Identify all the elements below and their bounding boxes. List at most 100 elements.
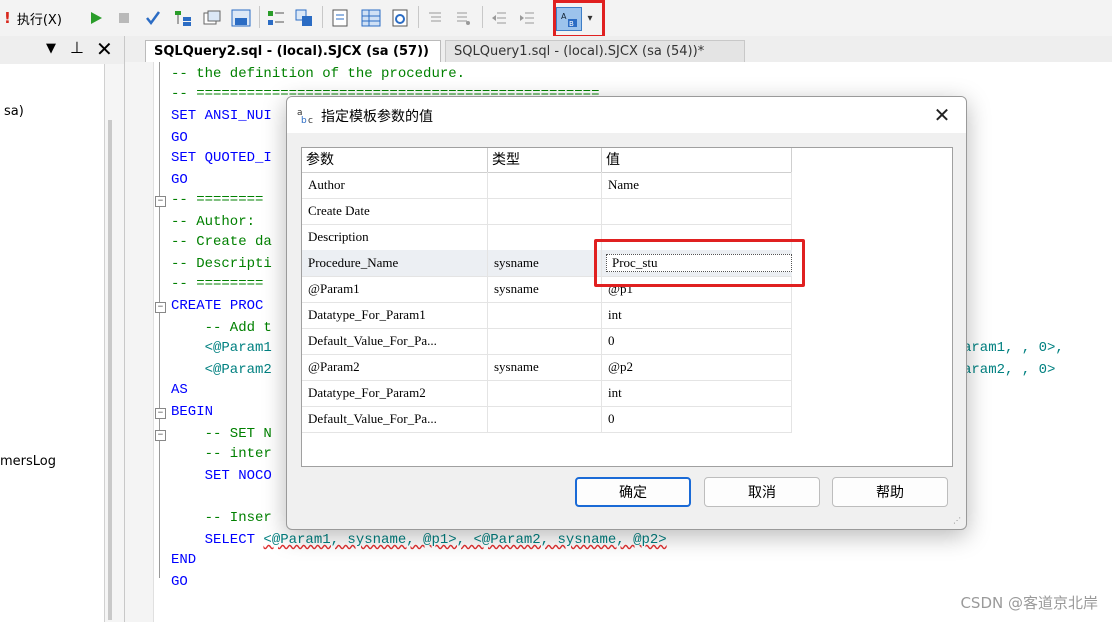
table-row[interactable]: @Param2 sysname @p2 <box>302 354 792 381</box>
dialog-title: 指定模板参数的值 <box>321 109 433 125</box>
toolbar-separator <box>482 6 483 28</box>
value-cell[interactable] <box>602 198 792 224</box>
value-cell[interactable]: Name <box>602 172 792 198</box>
table-row[interactable]: Default_Value_For_Pa... 0 <box>302 406 792 433</box>
code-line: -- SET N <box>171 426 272 442</box>
column-header-param[interactable]: 参数 <box>302 148 488 172</box>
file-results-button[interactable] <box>388 7 412 29</box>
text-results-icon <box>332 9 348 27</box>
table-row[interactable]: Datatype_For_Param2 int <box>302 380 792 407</box>
uncomment-button[interactable] <box>452 7 474 29</box>
query-options-button[interactable] <box>264 7 288 29</box>
code-keyword: SELECT <box>171 532 264 548</box>
code-line: GO <box>171 574 188 590</box>
play-icon <box>91 12 102 24</box>
results-to-button[interactable] <box>170 7 196 29</box>
collapse-icon[interactable]: − <box>155 430 166 441</box>
code-keyword: ANSI_NUI <box>204 108 272 124</box>
highlight-box-value <box>594 239 805 287</box>
column-header-type[interactable]: 类型 <box>488 148 602 172</box>
toolbar-separator <box>259 6 260 28</box>
code-line: GO <box>171 130 188 146</box>
param-cell: Default_Value_For_Pa... <box>302 406 488 432</box>
code-line: -- the definition of the procedure. <box>171 66 466 82</box>
value-cell[interactable]: int <box>602 302 792 328</box>
code-line: AS <box>171 382 188 398</box>
indent-icon <box>520 12 534 24</box>
comment-button[interactable] <box>424 7 446 29</box>
panel-dropdown-icon[interactable]: ▼ <box>46 41 56 56</box>
tab-sqlquery2[interactable]: SQLQuery2.sql - (local).SJCX (sa (57)) <box>145 40 441 62</box>
code-keyword: CREATE <box>171 298 230 314</box>
type-cell <box>488 406 602 432</box>
tab-sqlquery1[interactable]: SQLQuery1.sql - (local).SJCX (sa (54))* <box>445 40 745 62</box>
code-line: -- Add t <box>171 320 272 336</box>
options-icon <box>268 11 284 25</box>
pin-icon[interactable]: ⊥ <box>70 38 84 57</box>
save-icon <box>231 9 251 27</box>
value-cell[interactable]: 0 <box>602 328 792 354</box>
template-params-dialog: a b c 指定模板参数的值 ✕ 参数 类型 值 Author Name Cre… <box>286 96 967 530</box>
column-header-value[interactable]: 值 <box>602 148 792 172</box>
template-params-icon: a b c <box>297 108 313 124</box>
table-row[interactable]: Author Name <box>302 172 792 199</box>
collapse-icon[interactable]: − <box>155 302 166 313</box>
tree-item-log[interactable]: mersLog <box>0 454 56 469</box>
increase-indent-button[interactable] <box>516 7 538 29</box>
outdent-icon <box>492 12 506 24</box>
value-cell[interactable]: int <box>602 380 792 406</box>
debug-button[interactable] <box>86 7 106 29</box>
query-text-button[interactable] <box>328 7 352 29</box>
file-results-icon <box>392 9 408 27</box>
code-line: -- Inser <box>171 510 272 526</box>
type-cell <box>488 198 602 224</box>
grid-results-button[interactable] <box>358 7 384 29</box>
decrease-indent-button[interactable] <box>488 7 510 29</box>
toolbar-separator <box>322 6 323 28</box>
dialog-close-button[interactable]: ✕ <box>930 103 954 127</box>
code-line: -- Create da <box>171 234 272 250</box>
window-button[interactable] <box>200 7 224 29</box>
tree-icon <box>175 11 191 26</box>
collapse-icon[interactable]: − <box>155 408 166 419</box>
tab-label: SQLQuery1.sql - (local).SJCX (sa (54))* <box>454 44 705 59</box>
value-cell[interactable]: 0 <box>602 406 792 432</box>
type-cell <box>488 224 602 250</box>
watermark: CSDN @客道京北岸 <box>960 594 1098 612</box>
intellisense-button[interactable] <box>292 7 316 29</box>
code-line: -- inter <box>171 446 272 462</box>
tree-item-server[interactable]: sa) <box>4 104 24 119</box>
save-results-button[interactable] <box>228 7 254 29</box>
table-row[interactable]: Create Date <box>302 198 792 225</box>
code-line: BEGIN <box>171 404 214 420</box>
comment-lines-icon <box>429 12 441 22</box>
collapse-icon[interactable]: − <box>155 196 166 207</box>
param-cell: Datatype_For_Param1 <box>302 302 488 328</box>
table-row[interactable]: Default_Value_For_Pa... 0 <box>302 328 792 355</box>
type-cell <box>488 172 602 198</box>
close-icon[interactable]: ✕ <box>96 37 113 61</box>
fold-guide <box>159 62 160 578</box>
code-keyword: PROC <box>229 298 264 314</box>
execute-button[interactable]: ! 执行(X) <box>4 7 80 29</box>
parse-button[interactable] <box>142 7 164 29</box>
checkmark-icon <box>146 11 161 26</box>
toolbar-separator <box>418 6 419 28</box>
stop-icon <box>119 13 129 23</box>
resize-grip-icon[interactable]: ⋰ <box>953 516 963 526</box>
value-cell[interactable]: @p2 <box>602 354 792 380</box>
table-row[interactable]: Datatype_For_Param1 int <box>302 302 792 329</box>
code-line-tail: aram2, , 0> <box>963 362 1056 378</box>
object-tree: sa) mersLog <box>0 64 105 622</box>
code-keyword: QUOTED_I <box>204 150 272 166</box>
stop-button[interactable] <box>114 7 134 29</box>
code-line: GO <box>171 172 188 188</box>
help-button[interactable]: 帮助 <box>832 477 948 507</box>
ok-button[interactable]: 确定 <box>575 477 691 507</box>
code-keyword: SET <box>171 150 205 166</box>
panel-scrollbar[interactable] <box>108 120 112 620</box>
cancel-button[interactable]: 取消 <box>704 477 820 507</box>
code-line: -- ======== <box>171 276 264 292</box>
code-line: SET QUOTED_I <box>171 148 272 168</box>
params-grid: 参数 类型 值 Author Name Create Date Descript… <box>301 147 953 467</box>
